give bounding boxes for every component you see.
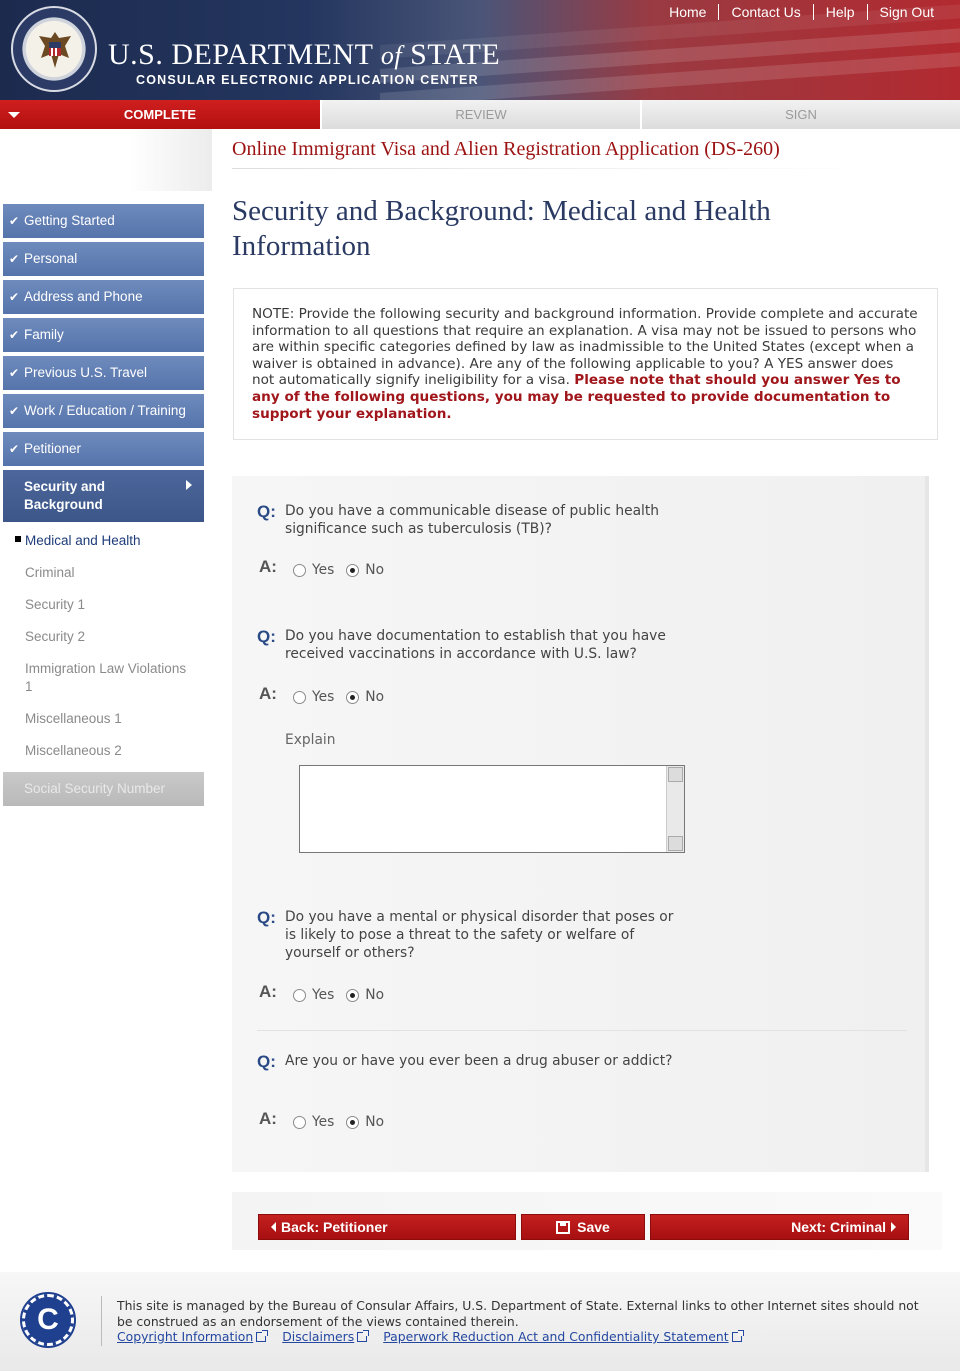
- external-link-icon: [731, 1330, 744, 1342]
- sidebar-subitem-misc-1[interactable]: Miscellaneous 1: [3, 704, 204, 734]
- department-name: U.S. DEPARTMENT of STATE: [108, 38, 501, 71]
- q-label: Q:: [257, 502, 276, 521]
- triangle-right-icon: [891, 1222, 896, 1232]
- sidebar-item-family[interactable]: ✔ Family: [3, 318, 204, 352]
- radio-no[interactable]: No: [346, 1114, 384, 1130]
- back-button[interactable]: Back: Petitioner: [258, 1214, 516, 1240]
- caret-down-icon: [8, 112, 20, 118]
- external-link-icon: [357, 1330, 370, 1342]
- floppy-disk-icon: [556, 1220, 571, 1234]
- tab-review: REVIEW: [320, 100, 640, 129]
- radio-no[interactable]: No: [346, 987, 384, 1003]
- copyright-link[interactable]: Copyright Information: [117, 1329, 253, 1344]
- progress-tabs: COMPLETE REVIEW SIGN: [0, 100, 960, 129]
- answer-communicable-disease: A: Yes No: [259, 557, 385, 578]
- security-note: NOTE: Provide the following security and…: [233, 288, 938, 440]
- state-department-seal-icon: [11, 6, 97, 92]
- footer-text: This site is managed by the Bureau of Co…: [117, 1298, 919, 1329]
- sidebar-subitem-immigration-law[interactable]: Immigration Law Violations 1: [3, 654, 204, 702]
- nav-signout-link[interactable]: Sign Out: [866, 4, 946, 20]
- application-title: Online Immigrant Visa and Alien Registra…: [232, 138, 780, 160]
- checkmark-icon: ✔: [9, 442, 20, 456]
- answer-drug-abuse: A: Yes No: [259, 1109, 385, 1130]
- sidebar-subitem-criminal[interactable]: Criminal: [3, 558, 204, 588]
- nav-home-link[interactable]: Home: [657, 4, 718, 20]
- questions-panel: Q: Do you have a communicable disease of …: [232, 476, 929, 1172]
- external-link-icon: [256, 1330, 269, 1342]
- question-vaccinations: Q: Do you have documentation to establish…: [257, 627, 666, 662]
- sidebar-subitem-security-2[interactable]: Security 2: [3, 622, 204, 652]
- chevron-right-icon: [186, 480, 192, 490]
- nav-contact-link[interactable]: Contact Us: [718, 4, 812, 20]
- checkmark-icon: ✔: [9, 252, 20, 266]
- site-footer: C This site is managed by the Bureau of …: [0, 1272, 960, 1371]
- explain-textarea[interactable]: [299, 765, 685, 853]
- answer-vaccinations: A: Yes No: [259, 684, 385, 705]
- consular-center-subtitle: CONSULAR ELECTRONIC APPLICATION CENTER: [136, 73, 479, 87]
- sidebar-subitem-medical-health[interactable]: Medical and Health: [3, 526, 204, 556]
- sidebar-item-petitioner[interactable]: ✔ Petitioner: [3, 432, 204, 466]
- question-drug-abuse: Q: Are you or have you ever been a drug a…: [257, 1052, 673, 1071]
- explain-label: Explain: [285, 732, 336, 748]
- top-nav: Home Contact Us Help Sign Out: [657, 4, 946, 20]
- sidebar-item-previous-travel[interactable]: ✔ Previous U.S. Travel: [3, 356, 204, 390]
- disclaimers-link[interactable]: Disclaimers: [282, 1329, 354, 1344]
- site-header: U.S. DEPARTMENT of STATE CONSULAR ELECTR…: [0, 0, 960, 100]
- textarea-scrollbar[interactable]: [666, 766, 684, 852]
- sidebar-item-getting-started[interactable]: ✔ Getting Started: [3, 204, 204, 238]
- radio-no[interactable]: No: [346, 689, 384, 705]
- scroll-up-icon[interactable]: [668, 767, 683, 782]
- tab-complete[interactable]: COMPLETE: [0, 100, 320, 129]
- page-title: Security and Background: Medical and Hea…: [232, 195, 771, 262]
- nav-help-link[interactable]: Help: [812, 4, 867, 20]
- radio-yes[interactable]: Yes: [293, 562, 334, 578]
- sidebar-item-personal[interactable]: ✔ Personal: [3, 242, 204, 276]
- save-button[interactable]: Save: [521, 1214, 645, 1240]
- bullet-icon: [15, 536, 21, 542]
- next-button[interactable]: Next: Criminal: [650, 1214, 909, 1240]
- sidebar-item-work-education[interactable]: ✔ Work / Education / Training: [3, 394, 204, 428]
- checkmark-icon: ✔: [9, 214, 20, 228]
- section-sidebar: ✔ Getting Started ✔ Personal ✔ Address and …: [3, 204, 204, 810]
- sidebar-subitem-security-1[interactable]: Security 1: [3, 590, 204, 620]
- footer-links: Copyright Information Disclaimers Paperw…: [117, 1329, 744, 1344]
- checkmark-icon: ✔: [9, 404, 20, 418]
- sidebar-item-security-background[interactable]: Security and Background: [3, 470, 204, 522]
- radio-no[interactable]: No: [346, 562, 384, 578]
- sidebar-item-address-phone[interactable]: ✔ Address and Phone: [3, 280, 204, 314]
- radio-yes[interactable]: Yes: [293, 987, 334, 1003]
- consular-affairs-logo-icon: C: [20, 1292, 76, 1348]
- checkmark-icon: ✔: [9, 290, 20, 304]
- tab-sign: SIGN: [640, 100, 960, 129]
- paperwork-reduction-link[interactable]: Paperwork Reduction Act and Confidential…: [383, 1329, 728, 1344]
- sidebar-item-social-security: Social Security Number: [3, 772, 204, 806]
- sidebar-subitem-misc-2[interactable]: Miscellaneous 2: [3, 736, 204, 766]
- button-bar: Back: Petitioner Save Next: Criminal: [232, 1192, 942, 1250]
- radio-yes[interactable]: Yes: [293, 1114, 334, 1130]
- question-mental-physical-disorder: Q: Do you have a mental or physical disor…: [257, 908, 674, 961]
- checkmark-icon: ✔: [9, 366, 20, 380]
- triangle-left-icon: [271, 1222, 276, 1232]
- answer-mental-physical-disorder: A: Yes No: [259, 982, 385, 1003]
- scroll-down-icon[interactable]: [668, 836, 683, 851]
- radio-yes[interactable]: Yes: [293, 689, 334, 705]
- question-communicable-disease: Q: Do you have a communicable disease of …: [257, 502, 660, 537]
- checkmark-icon: ✔: [9, 328, 20, 342]
